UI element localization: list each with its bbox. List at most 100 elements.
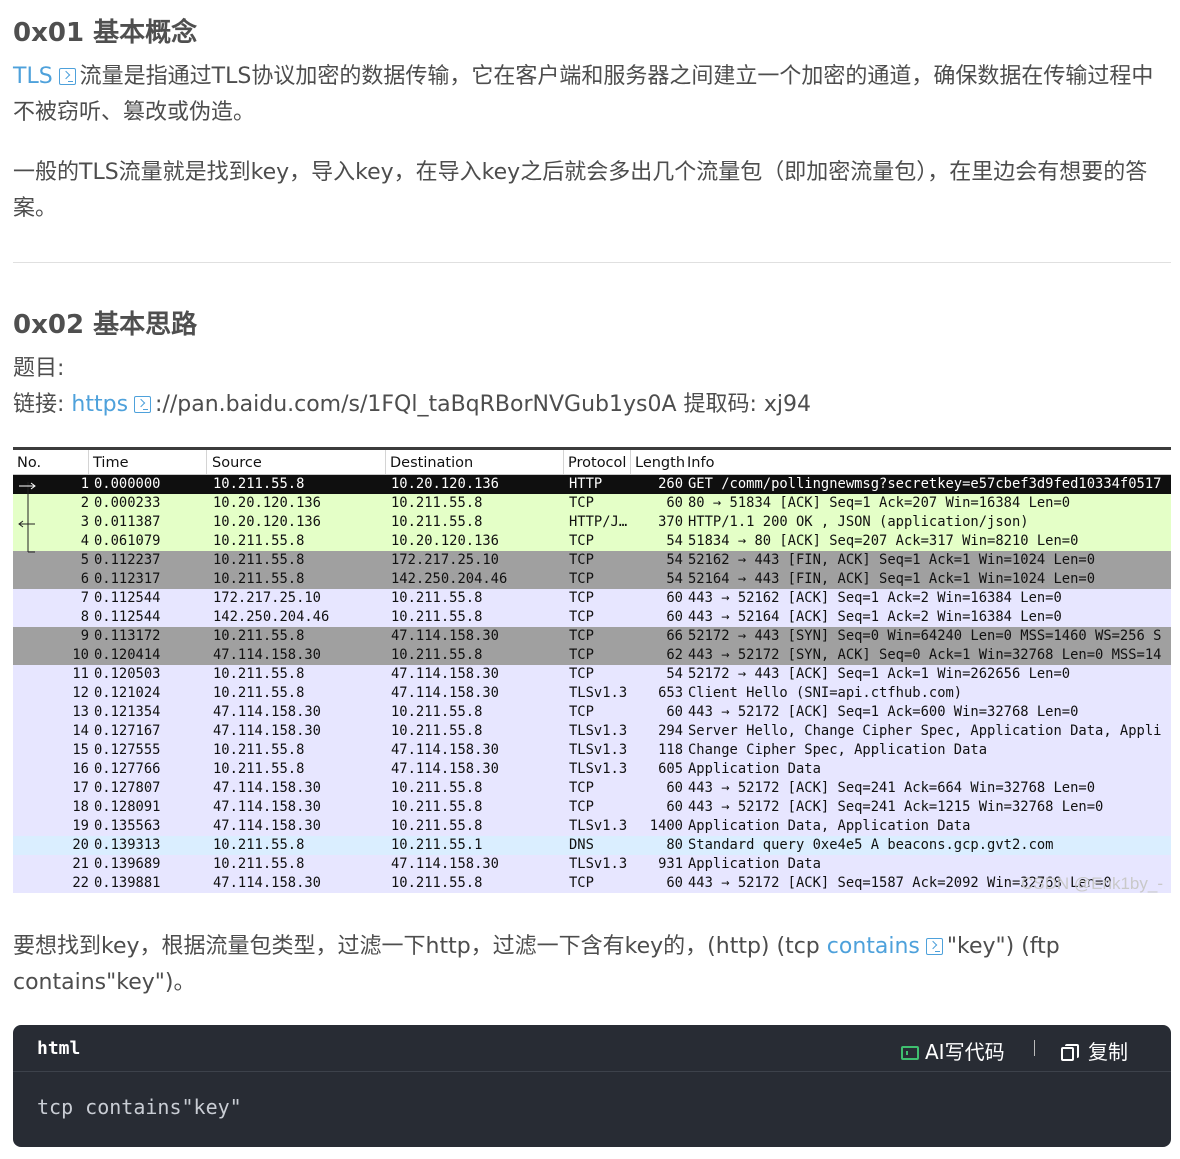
packet-no: 19: [72, 818, 89, 834]
packet-info: GET /comm/pollingnewmsg?secretkey=e57cbe…: [688, 476, 1162, 492]
packet-row[interactable]: 18 0.128091 47.114.158.30 10.211.55.8 TCP 60 4…: [13, 798, 1171, 817]
packet-no: 16: [72, 761, 89, 777]
packet-no: 13: [72, 704, 89, 720]
packet-row[interactable]: 17 0.127807 47.114.158.30 10.211.55.8 TCP 60 4…: [13, 779, 1171, 798]
packet-destination: 10.211.55.8: [391, 609, 483, 625]
packet-row[interactable]: 13 0.121354 47.114.158.30 10.211.55.8 TCP 60 4…: [13, 703, 1171, 722]
packet-time: 0.128091: [94, 799, 161, 815]
packet-no: 22: [72, 875, 89, 891]
packet-no: 17: [72, 780, 89, 796]
external-link-icon[interactable]: [925, 938, 943, 955]
contains-link[interactable]: contains: [827, 934, 920, 959]
packet-destination: 10.211.55.8: [391, 590, 483, 606]
packet-info: 443 → 52172 [ACK] Seq=241 Ack=664 Win=32…: [688, 780, 1096, 796]
ai-code-button[interactable]: AI写代码: [901, 1036, 1005, 1065]
col-destination[interactable]: Destination: [390, 455, 473, 471]
packet-row[interactable]: 20 0.139313 10.211.55.8 10.211.55.1 DNS 80 Sta…: [13, 836, 1171, 855]
packet-row[interactable]: 10 0.120414 47.114.158.30 10.211.55.8 TCP 62 4…: [13, 646, 1171, 665]
packet-destination: 10.211.55.8: [391, 875, 483, 891]
link-prefix: 链接:: [13, 392, 65, 417]
packet-row[interactable]: 4 0.061079 10.211.55.8 10.20.120.136 TCP 54 51…: [13, 532, 1171, 551]
packet-row[interactable]: 12 0.121024 10.211.55.8 47.114.158.30 TLSv1.…: [13, 684, 1171, 703]
packet-time: 0.113172: [94, 628, 161, 644]
packet-length: 60: [666, 704, 683, 720]
packet-time: 0.127555: [94, 742, 161, 758]
packet-length: 60: [666, 609, 683, 625]
packet-row[interactable]: 14 0.127167 47.114.158.30 10.211.55.8 TLSv1.…: [13, 722, 1171, 741]
section-title-basic-concepts: 0x01 基本概念: [13, 18, 198, 48]
paragraph-tls-intro-text: 流量是指通过TLS协议加密的数据传输，它在客户端和服务器之间建立一个加密的通道，…: [13, 64, 1154, 125]
packet-protocol: TCP: [569, 780, 594, 796]
code-content[interactable]: tcp contains"key": [37, 1095, 242, 1119]
packet-info: 443 → 52164 [ACK] Seq=1 Ack=2 Win=16384 …: [688, 609, 1062, 625]
col-time[interactable]: Time: [93, 455, 129, 471]
packet-time: 0.011387: [94, 514, 161, 530]
packet-protocol: TCP: [569, 628, 594, 644]
packet-info: 443 → 52172 [SYN, ACK] Seq=0 Ack=1 Win=3…: [688, 647, 1162, 663]
packet-destination: 10.211.55.8: [391, 799, 483, 815]
packet-destination: 10.20.120.136: [391, 533, 499, 549]
packet-destination: 47.114.158.30: [391, 685, 499, 701]
code-block: html AI写代码 复制 tcp contains"key": [13, 1025, 1171, 1147]
packet-protocol: TCP: [569, 495, 594, 511]
packet-length: 118: [658, 742, 683, 758]
packet-row[interactable]: 7 0.112544 172.217.25.10 10.211.55.8 TCP 60 44…: [13, 589, 1171, 608]
packet-row[interactable]: 22 0.139881 47.114.158.30 10.211.55.8 TCP 60 4…: [13, 874, 1171, 893]
col-no[interactable]: No.: [17, 455, 41, 471]
packet-info: 80 → 51834 [ACK] Seq=1 Ack=207 Win=16384…: [688, 495, 1071, 511]
packet-source: 10.211.55.8: [213, 552, 305, 568]
packet-info: 443 → 52162 [ACK] Seq=1 Ack=2 Win=16384 …: [688, 590, 1062, 606]
col-source[interactable]: Source: [212, 455, 262, 471]
packet-source: 10.211.55.8: [213, 628, 305, 644]
packet-source: 10.211.55.8: [213, 761, 305, 777]
copy-button[interactable]: 复制: [1061, 1036, 1128, 1065]
packet-row[interactable]: 19 0.135563 47.114.158.30 10.211.55.8 TLSv1.…: [13, 817, 1171, 836]
packet-time: 0.000233: [94, 495, 161, 511]
packet-time: 0.061079: [94, 533, 161, 549]
packet-source: 10.211.55.8: [213, 685, 305, 701]
packet-no: 10: [72, 647, 89, 663]
packet-row[interactable]: 2 0.000233 10.20.120.136 10.211.55.8 TCP 60 80…: [13, 494, 1171, 513]
packet-row[interactable]: 6 0.112317 10.211.55.8 142.250.204.46 TCP 54 5…: [13, 570, 1171, 589]
filter-text-1: 要想找到key，根据流量包类型，过滤一下http，过滤一下含有key的，(htt…: [13, 934, 827, 959]
packet-no: 5: [80, 552, 89, 568]
code-language: html: [37, 1038, 81, 1059]
packet-length: 54: [666, 533, 683, 549]
packet-protocol: TCP: [569, 666, 594, 682]
external-link-icon[interactable]: [58, 68, 76, 85]
external-link-icon[interactable]: [134, 396, 152, 413]
packet-row[interactable]: 8 0.112544 142.250.204.46 10.211.55.8 TCP 60 4…: [13, 608, 1171, 627]
packet-source: 10.20.120.136: [213, 495, 321, 511]
packet-no: 9: [80, 628, 89, 644]
packet-source: 47.114.158.30: [213, 780, 321, 796]
packet-time: 0.139689: [94, 856, 161, 872]
packet-protocol: TCP: [569, 533, 594, 549]
packet-row[interactable]: 5 0.112237 10.211.55.8 172.217.25.10 TCP 54 52…: [13, 551, 1171, 570]
packet-destination: 10.211.55.8: [391, 704, 483, 720]
packet-row[interactable]: 15 0.127555 10.211.55.8 47.114.158.30 TLSv1.…: [13, 741, 1171, 760]
packet-source: 142.250.204.46: [213, 609, 330, 625]
packet-source: 172.217.25.10: [213, 590, 321, 606]
packet-row[interactable]: 16 0.127766 10.211.55.8 47.114.158.30 TLSv1.…: [13, 760, 1171, 779]
packet-destination: 10.211.55.8: [391, 647, 483, 663]
packet-length: 294: [658, 723, 683, 739]
download-link-line: 链接: https://pan.baidu.com/s/1FQl_taBqRBo…: [13, 387, 1171, 423]
packet-no: 12: [72, 685, 89, 701]
col-length[interactable]: Length: [635, 455, 685, 471]
col-info[interactable]: Info: [687, 455, 714, 471]
packet-row[interactable]: 21 0.139689 10.211.55.8 47.114.158.30 TLSv1.…: [13, 855, 1171, 874]
packet-row[interactable]: 9 0.113172 10.211.55.8 47.114.158.30 TCP 66 52…: [13, 627, 1171, 646]
tls-link[interactable]: TLS: [13, 64, 53, 89]
packet-time: 0.139313: [94, 837, 161, 853]
https-link[interactable]: https: [71, 392, 128, 417]
packet-row[interactable]: 1 0.000000 10.211.55.8 10.20.120.136 HTTP 260…: [13, 475, 1171, 494]
packet-info: 443 → 52172 [ACK] Seq=1 Ack=600 Win=3276…: [688, 704, 1079, 720]
packet-row[interactable]: 3 0.011387 10.20.120.136 10.211.55.8 HTTP/J……: [13, 513, 1171, 532]
packet-info: 52164 → 443 [FIN, ACK] Seq=1 Ack=1 Win=1…: [688, 571, 1096, 587]
packet-source: 47.114.158.30: [213, 704, 321, 720]
packet-length: 54: [666, 571, 683, 587]
col-protocol[interactable]: Protocol: [568, 455, 626, 471]
packet-row[interactable]: 11 0.120503 10.211.55.8 47.114.158.30 TCP 54 5…: [13, 665, 1171, 684]
packet-protocol: TCP: [569, 799, 594, 815]
packet-protocol: TCP: [569, 875, 594, 891]
